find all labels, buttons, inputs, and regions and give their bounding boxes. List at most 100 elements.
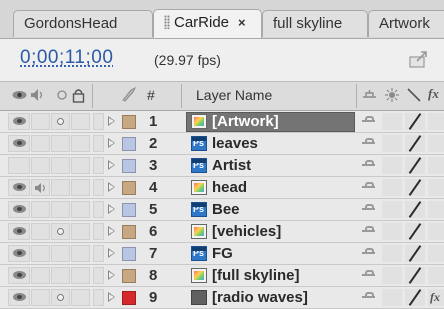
- layer-name[interactable]: [radio waves]: [212, 289, 308, 306]
- quality-switch[interactable]: [405, 113, 425, 130]
- layer-name[interactable]: FG: [212, 245, 233, 262]
- shy-column-icon[interactable]: [362, 89, 377, 101]
- shy-switch[interactable]: [358, 290, 380, 306]
- quality-switch[interactable]: [405, 223, 425, 240]
- solo-switch[interactable]: [51, 157, 70, 174]
- layer-row[interactable]: 1 [Artwork]: [0, 111, 444, 133]
- shy-switch[interactable]: [358, 268, 380, 284]
- collapse-switch[interactable]: [382, 289, 402, 306]
- label-color-swatch[interactable]: [122, 269, 136, 283]
- effects-switch[interactable]: [428, 267, 444, 284]
- audio-switch[interactable]: [31, 201, 50, 218]
- lock-switch[interactable]: [71, 179, 90, 196]
- label-color-swatch[interactable]: [122, 137, 136, 151]
- quality-switch[interactable]: [405, 135, 425, 152]
- lock-column-icon[interactable]: [72, 88, 85, 103]
- solo-switch[interactable]: [51, 289, 70, 306]
- solo-switch[interactable]: [51, 135, 70, 152]
- quality-switch[interactable]: [405, 289, 425, 306]
- column-divider[interactable]: [181, 84, 182, 108]
- layer-name[interactable]: [vehicles]: [212, 223, 281, 240]
- quality-switch[interactable]: [405, 245, 425, 262]
- shy-switch[interactable]: [358, 180, 380, 196]
- tab-full-skyline[interactable]: full skyline: [262, 10, 368, 37]
- lock-switch[interactable]: [71, 113, 90, 130]
- comp-flowchart-icon[interactable]: [408, 49, 430, 69]
- audio-switch[interactable]: [31, 135, 50, 152]
- quality-switch[interactable]: [405, 179, 425, 196]
- video-switch[interactable]: [8, 267, 30, 284]
- close-icon[interactable]: ×: [238, 15, 246, 30]
- layer-row[interactable]: 8 [full skyline]: [0, 265, 444, 287]
- column-divider[interactable]: [92, 84, 93, 108]
- layer-name[interactable]: [full skyline]: [212, 267, 300, 284]
- audio-switch[interactable]: [31, 157, 50, 174]
- shy-switch[interactable]: [358, 202, 380, 218]
- audio-switch[interactable]: [31, 223, 50, 240]
- effects-switch[interactable]: [428, 135, 444, 152]
- effects-column-label[interactable]: fx: [428, 86, 439, 102]
- layer-name-header[interactable]: Layer Name: [196, 87, 272, 103]
- shy-switch[interactable]: [358, 246, 380, 262]
- solo-switch[interactable]: [51, 267, 70, 284]
- effects-switch[interactable]: [428, 223, 444, 240]
- audio-switch[interactable]: [31, 179, 50, 196]
- audio-switch[interactable]: [31, 113, 50, 130]
- lock-switch[interactable]: [71, 201, 90, 218]
- lock-switch[interactable]: [71, 135, 90, 152]
- eye-column-icon[interactable]: [12, 88, 27, 102]
- video-switch[interactable]: [8, 113, 30, 130]
- label-color-swatch[interactable]: [122, 181, 136, 195]
- layer-row[interactable]: 2 leaves: [0, 133, 444, 155]
- expand-triangle-icon[interactable]: [108, 182, 115, 192]
- quality-switch[interactable]: [405, 157, 425, 174]
- quality-switch[interactable]: [405, 201, 425, 218]
- layer-number-header[interactable]: #: [147, 87, 155, 103]
- collapse-switch[interactable]: [382, 223, 402, 240]
- video-switch[interactable]: [8, 223, 30, 240]
- quality-column-icon[interactable]: [407, 88, 421, 102]
- layer-row[interactable]: 9 [radio waves] fx: [0, 287, 444, 309]
- expand-triangle-icon[interactable]: [108, 292, 115, 302]
- expand-triangle-icon[interactable]: [108, 138, 115, 148]
- effects-switch[interactable]: [428, 179, 444, 196]
- expand-triangle-icon[interactable]: [108, 270, 115, 280]
- label-tag-icon[interactable]: [121, 86, 137, 102]
- quality-switch[interactable]: [405, 267, 425, 284]
- expand-triangle-icon[interactable]: [108, 204, 115, 214]
- collapse-switch[interactable]: [382, 245, 402, 262]
- layer-name[interactable]: leaves: [212, 135, 258, 152]
- solo-column-icon[interactable]: [56, 88, 68, 102]
- collapse-switch[interactable]: [382, 135, 402, 152]
- label-color-swatch[interactable]: [122, 159, 136, 173]
- video-switch[interactable]: [8, 201, 30, 218]
- shy-switch[interactable]: [358, 136, 380, 152]
- video-switch[interactable]: [8, 157, 30, 174]
- layer-row[interactable]: 3 Artist: [0, 155, 444, 177]
- solo-switch[interactable]: [51, 245, 70, 262]
- video-switch[interactable]: [8, 179, 30, 196]
- tab-artwork[interactable]: Artwork: [368, 10, 444, 37]
- layer-name[interactable]: head: [212, 179, 247, 196]
- label-color-swatch[interactable]: [122, 225, 136, 239]
- lock-switch[interactable]: [71, 223, 90, 240]
- layer-row[interactable]: 5 Bee: [0, 199, 444, 221]
- current-time-display[interactable]: 0;00;11;00: [20, 47, 113, 69]
- layer-row[interactable]: 6 [vehicles]: [0, 221, 444, 243]
- layer-name[interactable]: [Artwork]: [212, 113, 279, 130]
- audio-switch[interactable]: [31, 289, 50, 306]
- solo-switch[interactable]: [51, 223, 70, 240]
- collapse-switch[interactable]: [382, 179, 402, 196]
- shy-switch[interactable]: [358, 114, 380, 130]
- expand-triangle-icon[interactable]: [108, 160, 115, 170]
- audio-switch[interactable]: [31, 267, 50, 284]
- lock-switch[interactable]: [71, 267, 90, 284]
- expand-triangle-icon[interactable]: [108, 248, 115, 258]
- layer-name[interactable]: Bee: [212, 201, 240, 218]
- collapse-switch[interactable]: [382, 113, 402, 130]
- expand-triangle-icon[interactable]: [108, 226, 115, 236]
- solo-switch[interactable]: [51, 201, 70, 218]
- lock-switch[interactable]: [71, 289, 90, 306]
- effects-switch[interactable]: [428, 201, 444, 218]
- effects-switch[interactable]: [428, 113, 444, 130]
